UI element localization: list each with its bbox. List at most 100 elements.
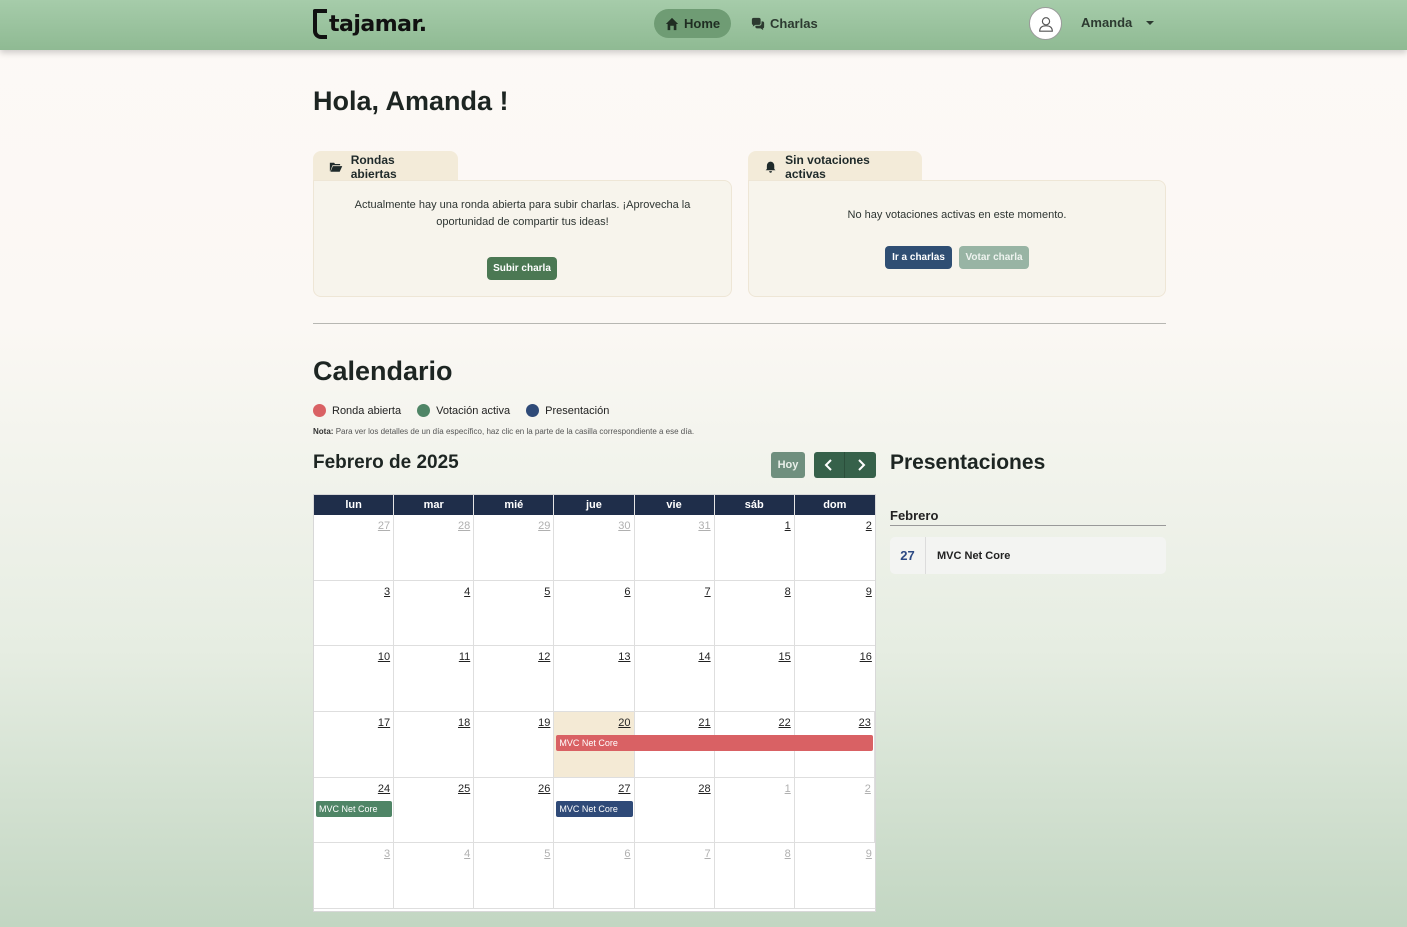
calendar-day-number[interactable]: 6	[624, 586, 630, 598]
calendar-day-number[interactable]: 18	[458, 717, 470, 729]
calendar-day-number[interactable]: 7	[705, 848, 711, 860]
calendar-day-number[interactable]: 10	[378, 651, 390, 663]
calendar-day-cell[interactable]: 29	[474, 515, 555, 580]
calendar-day-cell[interactable]: 9	[795, 581, 875, 646]
calendar-day-number[interactable]: 1	[785, 520, 791, 532]
calendar-day-number[interactable]: 8	[785, 586, 791, 598]
calendar-day-cell[interactable]: 26	[474, 777, 555, 843]
calendar-day-number[interactable]: 22	[779, 717, 791, 729]
calendar-day-cell[interactable]: 11	[394, 646, 475, 712]
calendar-day-cell[interactable]: 28	[635, 777, 715, 843]
presentacion-item[interactable]: 27 MVC Net Core	[890, 537, 1166, 574]
calendar-day-number[interactable]: 21	[698, 717, 710, 729]
calendar-day-cell[interactable]: 25	[394, 777, 475, 843]
calendar-body: 27 28 29 30 31 1 2 3 4 5 6 7 8 9 10 11 12 13 14 15 16 17 18 19 2…	[314, 515, 875, 910]
calendar-day-number[interactable]: 29	[538, 520, 550, 532]
calendar-day-number[interactable]: 1	[785, 783, 791, 795]
calendar-day-number[interactable]: 20	[618, 717, 630, 729]
calendar-day-number[interactable]: 6	[624, 848, 630, 860]
calendar-day-cell[interactable]: 8	[715, 843, 795, 909]
calendar-day-number[interactable]: 7	[705, 586, 711, 598]
calendar-day-number[interactable]: 25	[458, 783, 470, 795]
calendar-day-cell[interactable]: 15	[715, 646, 795, 712]
calendar-day-number[interactable]: 3	[384, 586, 390, 598]
calendar-day-cell[interactable]: 2	[795, 777, 875, 843]
calendar-day-cell[interactable]: 27	[314, 515, 395, 580]
calendar-day-number[interactable]: 3	[384, 848, 390, 860]
prev-month-button[interactable]	[814, 452, 845, 478]
calendar-day-cell[interactable]: 1	[715, 777, 795, 843]
calendar-day-cell[interactable]: 30	[554, 515, 635, 580]
calendar-day-number[interactable]: 28	[698, 783, 710, 795]
tajamar-logo[interactable]: tajamar.	[313, 7, 427, 41]
calendar-day-cell[interactable]: 6	[554, 580, 635, 646]
calendar-day-number[interactable]: 15	[779, 651, 791, 663]
chat-bubbles-icon	[751, 17, 765, 30]
calendar-day-cell[interactable]: 6	[554, 843, 635, 909]
calendar-day-cell[interactable]: 7	[635, 843, 715, 909]
next-month-button[interactable]	[845, 452, 876, 478]
nav-charlas-link[interactable]: Charlas	[740, 9, 829, 38]
calendar-day-number[interactable]: 30	[618, 520, 630, 532]
calendar-day-cell[interactable]: 9	[795, 843, 875, 908]
calendar-day-number[interactable]: 9	[866, 586, 872, 598]
ir-a-charlas-button[interactable]: Ir a charlas	[885, 246, 952, 269]
user-name[interactable]: Amanda	[1081, 15, 1132, 30]
calendar-day-number[interactable]: 5	[544, 848, 550, 860]
votar-charla-button[interactable]: Votar charla	[959, 246, 1029, 269]
today-button[interactable]: Hoy	[771, 452, 805, 478]
calendar-day-number[interactable]: 16	[860, 651, 872, 663]
calendar-day-cell[interactable]: 17	[314, 712, 395, 777]
calendar-day-number[interactable]: 19	[538, 717, 550, 729]
calendar-day-cell[interactable]: 4	[394, 843, 475, 909]
calendar-day-cell[interactable]: 28	[394, 515, 475, 580]
calendar-day-number[interactable]: 12	[538, 651, 550, 663]
calendar-day-cell[interactable]: 31	[635, 515, 715, 580]
calendar-day-number[interactable]: 5	[544, 586, 550, 598]
calendar-event-ronda[interactable]: MVC Net Core	[556, 735, 873, 752]
calendar-day-cell[interactable]: 13	[554, 646, 635, 712]
calendar-day-cell[interactable]: 16	[795, 646, 875, 711]
calendar-day-number[interactable]: 14	[698, 651, 710, 663]
calendar-day-number[interactable]: 27	[618, 783, 630, 795]
legend-item-ronda: Ronda abierta	[313, 404, 401, 417]
calendar-day-cell[interactable]: 19	[474, 712, 555, 777]
subir-charla-button[interactable]: Subir charla	[487, 257, 557, 280]
calendar-day-number[interactable]: 8	[785, 848, 791, 860]
calendar-event-votacion[interactable]: MVC Net Core	[316, 800, 393, 817]
calendar-day-number[interactable]: 17	[378, 717, 390, 729]
calendar-week-row: 10 11 12 13 14 15 16	[314, 646, 875, 713]
calendar-day-number[interactable]: 31	[698, 520, 710, 532]
legend-dot-votacion	[417, 404, 431, 417]
calendar-day-cell[interactable]: 3	[314, 843, 395, 909]
calendar-day-number[interactable]: 13	[618, 651, 630, 663]
nav-home-link[interactable]: Home	[654, 9, 732, 38]
calendar-day-number[interactable]: 23	[859, 717, 871, 729]
calendar-day-number[interactable]: 26	[538, 783, 550, 795]
calendar-day-number[interactable]: 2	[866, 520, 872, 532]
calendar-day-cell[interactable]: 2	[795, 515, 875, 580]
calendar-day-number[interactable]: 9	[866, 848, 872, 860]
calendar-day-cell[interactable]: 8	[715, 580, 795, 646]
calendar-day-cell[interactable]: 3	[314, 580, 395, 646]
calendar-day-cell[interactable]: 12	[474, 646, 555, 712]
calendar-day-cell[interactable]: 5	[474, 580, 555, 646]
calendar-day-cell[interactable]: 1	[715, 515, 795, 580]
calendar-day-number[interactable]: 11	[459, 651, 470, 663]
calendar-day-number[interactable]: 4	[464, 586, 470, 598]
calendar-day-cell[interactable]: 5	[474, 843, 555, 909]
calendar-day-number[interactable]: 2	[865, 783, 871, 795]
calendar-day-number[interactable]: 28	[458, 520, 470, 532]
caret-down-icon[interactable]	[1146, 21, 1154, 25]
calendar-day-cell[interactable]: 14	[635, 646, 715, 712]
calendar-day-cell[interactable]: 18	[394, 712, 475, 777]
calendar-day-cell[interactable]: 4	[394, 580, 475, 646]
user-avatar[interactable]	[1029, 7, 1062, 40]
calendar-day-cell[interactable]: 10	[314, 646, 395, 712]
calendar-day-number[interactable]: 24	[378, 783, 390, 795]
calendar-day-number[interactable]: 27	[378, 520, 390, 532]
calendar-day-cell[interactable]: 7	[635, 580, 715, 646]
calendar-day-number[interactable]: 4	[464, 848, 470, 860]
calendar-event-presentacion[interactable]: MVC Net Core	[556, 800, 633, 817]
house-icon	[665, 17, 679, 30]
